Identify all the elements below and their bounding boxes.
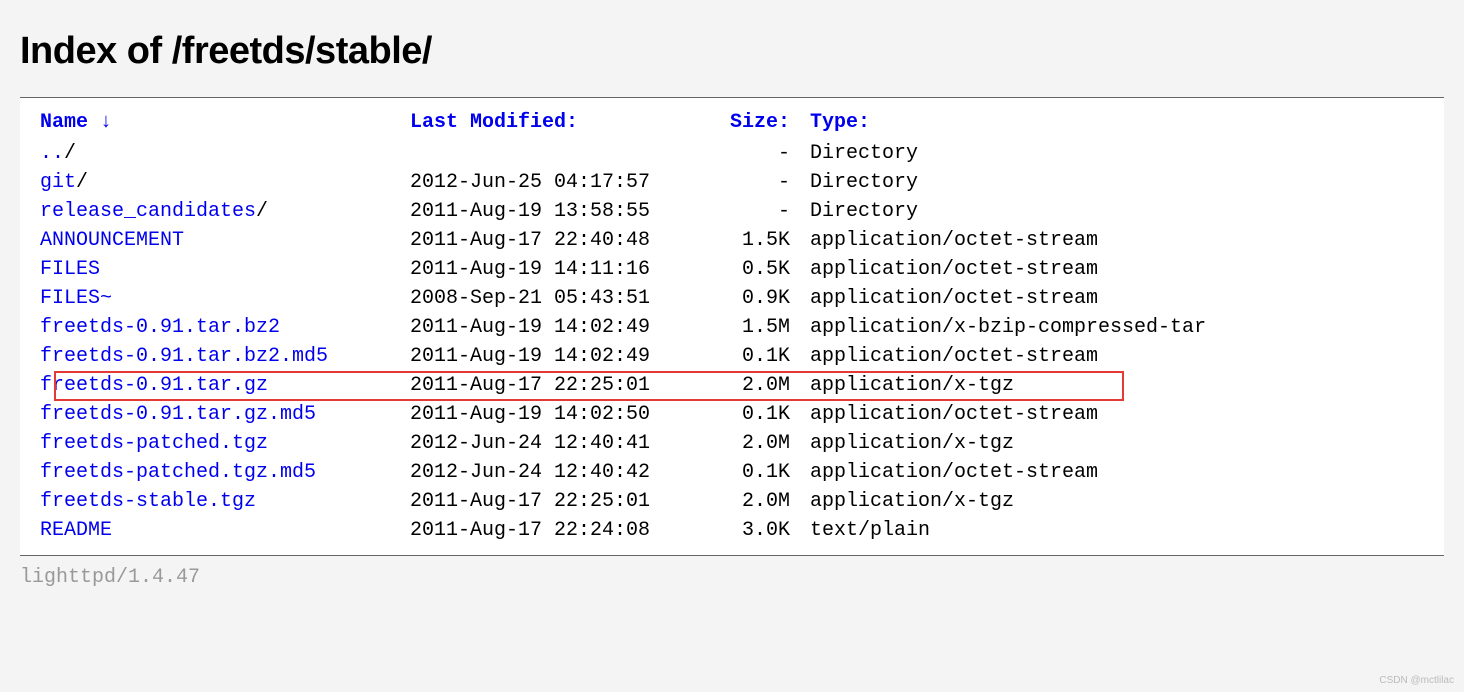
listing-row: ../ -Directory (40, 139, 1424, 168)
modified-cell: 2011-Aug-17 22:24:08 (410, 516, 720, 545)
size-cell: 0.1K (720, 400, 810, 429)
file-link[interactable]: git (40, 171, 76, 194)
modified-cell: 2011-Aug-19 14:11:16 (410, 255, 720, 284)
listing-row: freetds-0.91.tar.gz.md5 2011-Aug-19 14:02… (40, 400, 1424, 429)
type-cell: Directory (810, 168, 1424, 197)
modified-cell: 2011-Aug-17 22:40:48 (410, 226, 720, 255)
modified-cell: 2008-Sep-21 05:43:51 (410, 284, 720, 313)
divider-bottom (20, 555, 1444, 556)
file-link[interactable]: release_candidates (40, 200, 256, 223)
page-title: Index of /freetds/stable/ (20, 30, 1444, 73)
listing-row: README 2011-Aug-17 22:24:083.0Ktext/plain (40, 516, 1424, 545)
sort-by-name-link[interactable]: Name (40, 111, 100, 134)
size-cell: - (720, 168, 810, 197)
type-cell: application/octet-stream (810, 458, 1424, 487)
listing-row: freetds-patched.tgz.md5 2012-Jun-24 12:40… (40, 458, 1424, 487)
file-link[interactable]: freetds-stable.tgz (40, 490, 256, 513)
size-cell: 1.5K (720, 226, 810, 255)
modified-cell: 2011-Aug-19 13:58:55 (410, 197, 720, 226)
sort-by-type-link[interactable]: Type: (810, 111, 870, 134)
type-cell: application/x-tgz (810, 487, 1424, 516)
size-cell: - (720, 139, 810, 168)
dir-slash: / (256, 200, 268, 223)
type-cell: text/plain (810, 516, 1424, 545)
listing-row: FILES 2011-Aug-19 14:11:160.5Kapplication… (40, 255, 1424, 284)
file-link[interactable]: freetds-0.91.tar.bz2.md5 (40, 345, 328, 368)
listing-row: freetds-0.91.tar.gz 2011-Aug-17 22:25:012… (40, 371, 1424, 400)
modified-cell: 2011-Aug-19 14:02:50 (410, 400, 720, 429)
type-cell: application/x-bzip-compressed-tar (810, 313, 1424, 342)
sort-arrow-icon: ↓ (100, 111, 112, 134)
type-cell: application/x-tgz (810, 371, 1424, 400)
listing-row: freetds-0.91.tar.bz2.md5 2011-Aug-19 14:0… (40, 342, 1424, 371)
file-link[interactable]: freetds-patched.tgz.md5 (40, 461, 316, 484)
listing-row: git/ 2012-Jun-25 04:17:57-Directory (40, 168, 1424, 197)
type-cell: application/octet-stream (810, 342, 1424, 371)
watermark: CSDN @mctlilac (1379, 675, 1454, 686)
modified-cell: 2011-Aug-19 14:02:49 (410, 313, 720, 342)
file-link[interactable]: freetds-0.91.tar.bz2 (40, 316, 280, 339)
size-cell: 3.0K (720, 516, 810, 545)
modified-cell: 2012-Jun-24 12:40:41 (410, 429, 720, 458)
size-cell: 0.5K (720, 255, 810, 284)
size-cell: 2.0M (720, 429, 810, 458)
dir-slash: / (76, 171, 88, 194)
type-cell: application/octet-stream (810, 226, 1424, 255)
sort-by-modified-link[interactable]: Last Modified: (410, 111, 578, 134)
dir-slash: / (64, 142, 76, 165)
file-link[interactable]: .. (40, 142, 64, 165)
type-cell: application/octet-stream (810, 284, 1424, 313)
modified-cell: 2011-Aug-19 14:02:49 (410, 342, 720, 371)
size-cell: 0.1K (720, 458, 810, 487)
size-cell: 0.1K (720, 342, 810, 371)
header-name-label: Name (40, 111, 88, 134)
modified-cell: 2011-Aug-17 22:25:01 (410, 487, 720, 516)
size-cell: 2.0M (720, 371, 810, 400)
modified-cell: 2011-Aug-17 22:25:01 (410, 371, 720, 400)
server-footer: lighttpd/1.4.47 (20, 566, 1444, 589)
file-link[interactable]: freetds-patched.tgz (40, 432, 268, 455)
sort-by-size-link[interactable]: Size: (730, 111, 790, 134)
listing-row: freetds-patched.tgz 2012-Jun-24 12:40:412… (40, 429, 1424, 458)
type-cell: application/octet-stream (810, 400, 1424, 429)
file-link[interactable]: FILES (40, 258, 100, 281)
listing-header-row: Name ↓ Last Modified: Size: Type: (40, 108, 1424, 137)
size-cell: - (720, 197, 810, 226)
listing-row: FILES~ 2008-Sep-21 05:43:510.9Kapplicatio… (40, 284, 1424, 313)
modified-cell: 2012-Jun-24 12:40:42 (410, 458, 720, 487)
file-link[interactable]: README (40, 519, 112, 542)
size-cell: 0.9K (720, 284, 810, 313)
file-link[interactable]: FILES~ (40, 287, 112, 310)
listing-row: freetds-0.91.tar.bz2 2011-Aug-19 14:02:49… (40, 313, 1424, 342)
type-cell: Directory (810, 197, 1424, 226)
file-link[interactable]: freetds-0.91.tar.gz (40, 374, 268, 397)
directory-listing: Name ↓ Last Modified: Size: Type: ../-Di… (20, 98, 1444, 555)
type-cell: application/x-tgz (810, 429, 1424, 458)
size-cell: 2.0M (720, 487, 810, 516)
type-cell: Directory (810, 139, 1424, 168)
file-link[interactable]: ANNOUNCEMENT (40, 229, 184, 252)
modified-cell: 2012-Jun-25 04:17:57 (410, 168, 720, 197)
file-link[interactable]: freetds-0.91.tar.gz.md5 (40, 403, 316, 426)
size-cell: 1.5M (720, 313, 810, 342)
type-cell: application/octet-stream (810, 255, 1424, 284)
listing-row: freetds-stable.tgz 2011-Aug-17 22:25:012.… (40, 487, 1424, 516)
listing-row: release_candidates/ 2011-Aug-19 13:58:55-… (40, 197, 1424, 226)
listing-row: ANNOUNCEMENT 2011-Aug-17 22:40:481.5Kappl… (40, 226, 1424, 255)
